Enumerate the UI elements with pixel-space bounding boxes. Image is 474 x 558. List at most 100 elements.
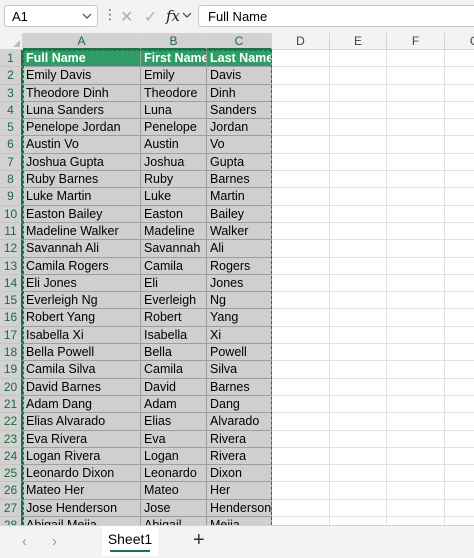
empty-cell[interactable] bbox=[272, 482, 330, 500]
empty-cell[interactable] bbox=[445, 240, 474, 258]
sheet-tab[interactable]: Sheet1 bbox=[102, 526, 158, 556]
empty-cell[interactable] bbox=[272, 101, 330, 120]
table-cell[interactable]: Barnes bbox=[207, 378, 272, 396]
empty-cell[interactable] bbox=[445, 136, 474, 154]
empty-cell[interactable] bbox=[330, 257, 387, 275]
empty-cell[interactable] bbox=[272, 499, 330, 518]
empty-cell[interactable] bbox=[272, 205, 330, 223]
table-cell[interactable]: Martin bbox=[207, 188, 272, 206]
table-cell[interactable]: Ali bbox=[207, 240, 272, 258]
table-cell[interactable]: Mateo bbox=[141, 482, 207, 500]
empty-cell[interactable] bbox=[445, 274, 474, 293]
empty-cell[interactable] bbox=[330, 499, 387, 518]
table-cell[interactable]: Penelope Jordan bbox=[23, 119, 141, 137]
add-sheet-icon[interactable]: + bbox=[193, 529, 205, 552]
empty-cell[interactable] bbox=[330, 136, 387, 154]
row-header[interactable]: 13 bbox=[0, 257, 23, 275]
table-cell[interactable]: Her bbox=[207, 482, 272, 500]
table-cell[interactable]: Barnes bbox=[207, 171, 272, 189]
empty-cell[interactable] bbox=[387, 274, 445, 293]
table-cell[interactable]: Eva Rivera bbox=[23, 430, 141, 448]
empty-cell[interactable] bbox=[387, 101, 445, 120]
table-cell[interactable]: Gupta bbox=[207, 153, 272, 172]
empty-cell[interactable] bbox=[272, 171, 330, 189]
row-header[interactable]: 15 bbox=[0, 292, 23, 310]
row-header[interactable]: 21 bbox=[0, 395, 23, 414]
table-cell[interactable]: Eli Jones bbox=[23, 274, 141, 293]
table-cell[interactable]: Adam Dang bbox=[23, 395, 141, 414]
empty-cell[interactable] bbox=[387, 188, 445, 206]
empty-cell[interactable] bbox=[445, 344, 474, 362]
empty-cell[interactable] bbox=[387, 482, 445, 500]
empty-cell[interactable] bbox=[445, 499, 474, 518]
table-cell[interactable]: Savannah Ali bbox=[23, 240, 141, 258]
table-cell[interactable]: Camila Silva bbox=[23, 361, 141, 379]
table-cell[interactable]: Easton bbox=[141, 205, 207, 223]
empty-cell[interactable] bbox=[387, 413, 445, 431]
empty-cell[interactable] bbox=[445, 188, 474, 206]
empty-cell[interactable] bbox=[387, 153, 445, 172]
empty-cell[interactable] bbox=[445, 292, 474, 310]
table-cell[interactable]: Henderson bbox=[207, 499, 272, 518]
chevron-down-icon[interactable] bbox=[82, 10, 92, 22]
table-cell[interactable]: Emily bbox=[141, 67, 207, 85]
row-header[interactable]: 2 bbox=[0, 67, 23, 85]
header-cell[interactable]: Last Name bbox=[207, 50, 272, 68]
table-cell[interactable]: Eva bbox=[141, 430, 207, 448]
table-cell[interactable]: Everleigh Ng bbox=[23, 292, 141, 310]
table-cell[interactable]: Leonardo bbox=[141, 465, 207, 483]
empty-cell[interactable] bbox=[445, 222, 474, 241]
table-cell[interactable]: Ruby Barnes bbox=[23, 171, 141, 189]
empty-cell[interactable] bbox=[445, 482, 474, 500]
empty-cell[interactable] bbox=[272, 67, 330, 85]
table-cell[interactable]: Bella bbox=[141, 344, 207, 362]
column-header-g[interactable]: G bbox=[445, 33, 474, 50]
empty-cell[interactable] bbox=[272, 413, 330, 431]
row-header[interactable]: 20 bbox=[0, 378, 23, 396]
table-cell[interactable]: Isabella bbox=[141, 326, 207, 345]
table-cell[interactable]: Xi bbox=[207, 326, 272, 345]
empty-cell[interactable] bbox=[445, 119, 474, 137]
table-cell[interactable]: Elias bbox=[141, 413, 207, 431]
empty-cell[interactable] bbox=[272, 465, 330, 483]
empty-cell[interactable] bbox=[445, 171, 474, 189]
table-cell[interactable]: Rogers bbox=[207, 257, 272, 275]
empty-cell[interactable] bbox=[272, 153, 330, 172]
empty-cell[interactable] bbox=[445, 465, 474, 483]
table-cell[interactable]: David Barnes bbox=[23, 378, 141, 396]
empty-cell[interactable] bbox=[272, 257, 330, 275]
table-cell[interactable]: Bella Powell bbox=[23, 344, 141, 362]
empty-cell[interactable] bbox=[387, 119, 445, 137]
empty-cell[interactable] bbox=[445, 517, 474, 525]
empty-cell[interactable] bbox=[445, 361, 474, 379]
formula-input[interactable]: Full Name bbox=[198, 5, 474, 27]
table-cell[interactable]: Luke bbox=[141, 188, 207, 206]
table-cell[interactable]: Robert bbox=[141, 309, 207, 327]
empty-cell[interactable] bbox=[330, 344, 387, 362]
table-cell[interactable]: Austin Vo bbox=[23, 136, 141, 154]
row-header[interactable]: 11 bbox=[0, 222, 23, 241]
table-cell[interactable]: Madeline bbox=[141, 222, 207, 241]
empty-cell[interactable] bbox=[272, 240, 330, 258]
empty-cell[interactable] bbox=[330, 188, 387, 206]
empty-cell[interactable] bbox=[330, 465, 387, 483]
column-header-f[interactable]: F bbox=[387, 33, 445, 50]
empty-cell[interactable] bbox=[330, 395, 387, 414]
table-cell[interactable]: Jordan bbox=[207, 119, 272, 137]
empty-cell[interactable] bbox=[387, 67, 445, 85]
table-cell[interactable]: Luke Martin bbox=[23, 188, 141, 206]
empty-cell[interactable] bbox=[387, 361, 445, 379]
empty-cell[interactable] bbox=[272, 395, 330, 414]
prev-sheet-icon[interactable]: ‹ bbox=[22, 533, 27, 550]
select-all-button[interactable] bbox=[0, 33, 23, 50]
row-header[interactable]: 28 bbox=[0, 517, 23, 525]
row-header[interactable]: 26 bbox=[0, 482, 23, 500]
empty-cell[interactable] bbox=[387, 84, 445, 102]
table-cell[interactable]: Robert Yang bbox=[23, 309, 141, 327]
row-header[interactable]: 5 bbox=[0, 119, 23, 137]
table-cell[interactable]: Joshua bbox=[141, 153, 207, 172]
empty-cell[interactable] bbox=[272, 361, 330, 379]
table-cell[interactable]: Powell bbox=[207, 344, 272, 362]
row-header[interactable]: 12 bbox=[0, 240, 23, 258]
row-header[interactable]: 9 bbox=[0, 188, 23, 206]
